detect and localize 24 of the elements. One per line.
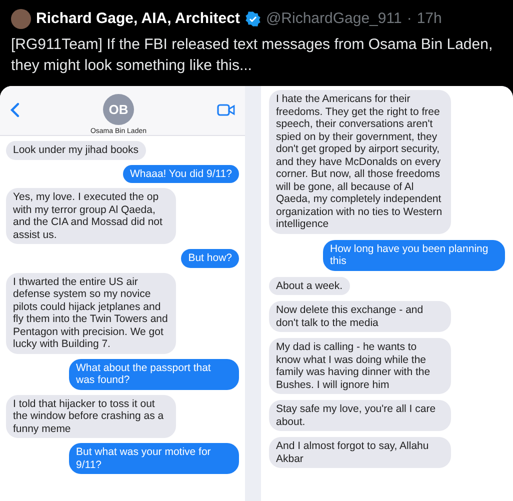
contact-avatar[interactable]: OB [102,94,134,125]
message-bubble: My dad is calling - he wants to know what I was doing while the family was having dinner with the Bushes. I will ignore him [269,338,451,394]
timestamp[interactable]: 17h [416,8,442,30]
message-bubble: I thwarted the entire US air defense system so my novice pilots could hijack jetplanes and fly them into the Twin Towers and Pentagon with precision. We got lucky with Building 7. [6,272,176,354]
message-bubble: Look under my jihad books [6,141,146,160]
back-icon[interactable] [10,102,20,118]
message-bubble: Yes, my love. I executed the op with my terror group Al Qaeda, and the CIA and Mossad did not assist us. [6,188,176,244]
message-bubble: I hate the Americans for their freedoms. They get the right to free speech, their conversations aren't spied on by their government, they don't get groped by airport security, and they have McDonalds on every corner. But now, all those freedoms will be gone, all because of Al Qaeda, my completely independent organization with no ties to Western intelligence [269,90,451,234]
handle[interactable]: @RichardGage_911 [266,8,402,30]
message-bubble: What about the passport that was found? [69,358,239,390]
message-bubble: But how? [181,249,239,268]
message-bubble: Now delete this exchange - and don't talk to the media [269,301,451,332]
message-bubble: Stay safe my love, you're all I care about. [269,400,451,431]
message-bubble: Whaaa! You did 9/11? [123,164,239,183]
message-bubble: And I almost forgot to say, Allahu Akbar [269,437,451,468]
message-bubble: How long have you been planning this [323,240,505,270]
author-name[interactable]: Richard Gage, AIA, Architect [36,8,240,30]
avatar[interactable] [11,9,31,30]
message-bubble: But what was your motive for 9/11? [69,443,239,474]
video-call-icon[interactable] [216,104,235,116]
separator: · [406,9,412,29]
tweet-text: [RG911Team] If the FBI released text messages from Osama Bin Laden, they might look something like this... [11,34,494,76]
message-bubble: I told that hijacker to toss it out the window before crashing as a funny meme [6,394,176,438]
message-bubble: About a week. [269,276,350,295]
